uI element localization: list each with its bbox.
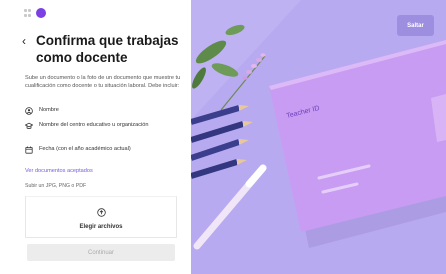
accepted-documents-link[interactable]: Ver documentos aceptados — [25, 168, 93, 174]
requirement-date: Fecha (con el año académico actual) — [25, 146, 131, 154]
calendar-icon — [25, 146, 33, 154]
teacher-id-illustration: Teacher ID — [191, 0, 446, 274]
requirement-label: Fecha (con el año académico actual) — [39, 146, 131, 152]
skip-button[interactable]: Saltar — [397, 15, 434, 36]
illustration-scene: Teacher ID — [191, 0, 446, 274]
header-logos — [24, 8, 46, 18]
apps-grid-icon — [24, 9, 32, 17]
requirement-school: Nombre del centro educativo u organizaci… — [25, 122, 155, 130]
file-formats-text: Subir un JPG, PNG o PDF — [25, 183, 87, 189]
requirement-name: Nombre — [25, 107, 59, 115]
back-button[interactable]: ‹ — [22, 35, 26, 47]
upload-icon — [96, 204, 106, 222]
brand-logo — [36, 8, 46, 18]
page-title: Confirma que trabajas como docente — [36, 33, 179, 65]
school-icon — [25, 122, 33, 130]
requirement-label: Nombre del centro educativo u organizaci… — [39, 122, 149, 128]
requirement-label: Nombre — [39, 107, 59, 113]
continue-button[interactable]: Continuar — [27, 244, 175, 261]
person-circle-icon — [25, 107, 33, 115]
instructions-text: Sube un documento o la foto de un docume… — [25, 75, 181, 90]
verification-panel: ‹ Confirma que trabajas como docente Sub… — [0, 0, 191, 274]
file-upload-area[interactable]: Elegir archivos — [25, 196, 177, 238]
choose-files-label: Elegir archivos — [79, 224, 123, 230]
